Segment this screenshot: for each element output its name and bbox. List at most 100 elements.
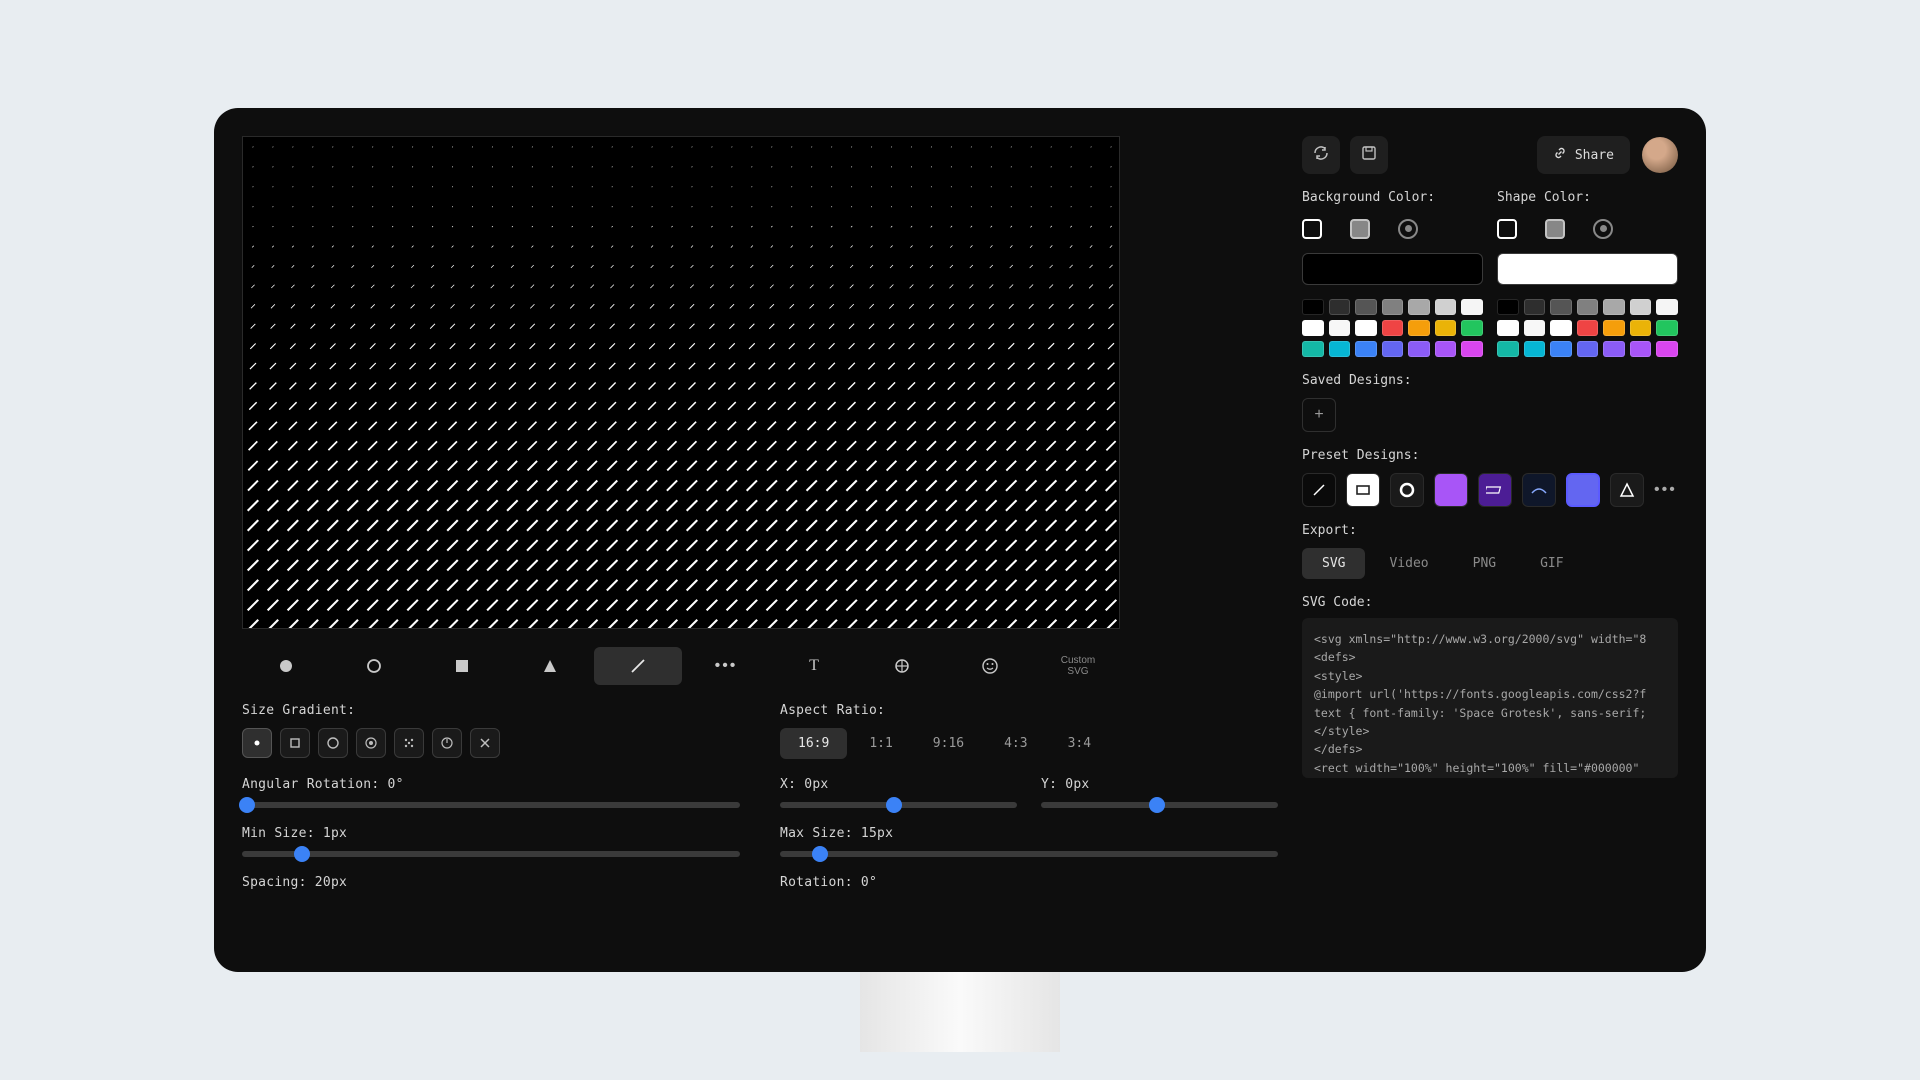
color-chip[interactable] bbox=[1382, 320, 1404, 336]
shape-triangle[interactable] bbox=[506, 647, 594, 685]
rotation-label: Rotation: 0° bbox=[780, 875, 1278, 890]
gradient-ring[interactable] bbox=[318, 728, 348, 758]
color-chip[interactable] bbox=[1435, 320, 1457, 336]
export-tab-png[interactable]: PNG bbox=[1453, 548, 1516, 579]
gradient-target[interactable] bbox=[356, 728, 386, 758]
shape-mode-radial[interactable] bbox=[1593, 219, 1613, 239]
preset-diagonal-line[interactable] bbox=[1302, 473, 1336, 507]
angular-rotation-label: Angular Rotation: 0° bbox=[242, 777, 740, 792]
user-avatar[interactable] bbox=[1642, 137, 1678, 173]
aspect-16-9[interactable]: 16:9 bbox=[780, 728, 847, 759]
color-chip[interactable] bbox=[1408, 341, 1430, 357]
preset-outline[interactable] bbox=[1346, 473, 1380, 507]
shape-circle-filled[interactable] bbox=[242, 647, 330, 685]
share-button[interactable]: Share bbox=[1537, 136, 1630, 174]
aspect-1-1[interactable]: 1:1 bbox=[851, 728, 910, 759]
color-chip[interactable] bbox=[1461, 320, 1483, 336]
color-chip[interactable] bbox=[1603, 299, 1625, 315]
preset-triangle[interactable] bbox=[1610, 473, 1644, 507]
preset-dark-wave[interactable] bbox=[1522, 473, 1556, 507]
export-tab-video[interactable]: Video bbox=[1369, 548, 1448, 579]
color-chip[interactable] bbox=[1630, 320, 1652, 336]
color-chip[interactable] bbox=[1302, 320, 1324, 336]
refresh-button[interactable] bbox=[1302, 136, 1340, 174]
shape-crosshair[interactable] bbox=[858, 647, 946, 685]
aspect-4-3[interactable]: 4:3 bbox=[986, 728, 1045, 759]
color-chip[interactable] bbox=[1461, 299, 1483, 315]
aspect-3-4[interactable]: 3:4 bbox=[1050, 728, 1109, 759]
color-chip[interactable] bbox=[1603, 341, 1625, 357]
color-chip[interactable] bbox=[1630, 299, 1652, 315]
shape-mode-solid[interactable] bbox=[1497, 219, 1517, 239]
preset-deep-purple[interactable] bbox=[1478, 473, 1512, 507]
preset-ring[interactable] bbox=[1390, 473, 1424, 507]
color-chip[interactable] bbox=[1408, 320, 1430, 336]
color-chip[interactable] bbox=[1302, 299, 1324, 315]
shape-mode-gradient[interactable] bbox=[1545, 219, 1565, 239]
y-offset-slider[interactable] bbox=[1041, 802, 1278, 808]
shape-text[interactable]: T bbox=[770, 647, 858, 685]
background-color-preview[interactable] bbox=[1302, 253, 1483, 285]
color-chip[interactable] bbox=[1550, 341, 1572, 357]
color-chip[interactable] bbox=[1550, 320, 1572, 336]
color-chip[interactable] bbox=[1435, 341, 1457, 357]
color-chip[interactable] bbox=[1408, 299, 1430, 315]
preset-designs-label: Preset Designs: bbox=[1302, 448, 1678, 463]
color-chip[interactable] bbox=[1524, 299, 1546, 315]
export-tab-gif[interactable]: GIF bbox=[1520, 548, 1583, 579]
svg-code-output[interactable]: <svg xmlns="http://www.w3.org/2000/svg" … bbox=[1302, 618, 1678, 778]
preset-purple-sphere[interactable] bbox=[1434, 473, 1468, 507]
bg-mode-gradient[interactable] bbox=[1350, 219, 1370, 239]
shape-custom-svg[interactable]: Custom SVG bbox=[1034, 647, 1122, 685]
color-chip[interactable] bbox=[1497, 299, 1519, 315]
save-button[interactable] bbox=[1350, 136, 1388, 174]
color-chip[interactable] bbox=[1656, 320, 1678, 336]
color-chip[interactable] bbox=[1656, 341, 1678, 357]
gradient-clock[interactable] bbox=[432, 728, 462, 758]
color-chip[interactable] bbox=[1603, 320, 1625, 336]
shape-circle-outline[interactable] bbox=[330, 647, 418, 685]
aspect-9-16[interactable]: 9:16 bbox=[915, 728, 982, 759]
color-chip[interactable] bbox=[1435, 299, 1457, 315]
color-chip[interactable] bbox=[1302, 341, 1324, 357]
preset-indigo[interactable] bbox=[1566, 473, 1600, 507]
preset-more[interactable]: ••• bbox=[1654, 481, 1677, 499]
color-chip[interactable] bbox=[1550, 299, 1572, 315]
color-chip[interactable] bbox=[1524, 341, 1546, 357]
color-chip[interactable] bbox=[1382, 299, 1404, 315]
gradient-scatter[interactable] bbox=[394, 728, 424, 758]
color-chip[interactable] bbox=[1329, 299, 1351, 315]
shape-dots[interactable]: ••• bbox=[682, 647, 770, 685]
x-offset-slider[interactable] bbox=[780, 802, 1017, 808]
color-chip[interactable] bbox=[1355, 320, 1377, 336]
color-chip[interactable] bbox=[1497, 341, 1519, 357]
max-size-slider[interactable] bbox=[780, 851, 1278, 857]
shape-line[interactable] bbox=[594, 647, 682, 685]
gradient-square[interactable] bbox=[280, 728, 310, 758]
bg-mode-solid[interactable] bbox=[1302, 219, 1322, 239]
shape-smiley[interactable] bbox=[946, 647, 1034, 685]
bg-mode-radial[interactable] bbox=[1398, 219, 1418, 239]
color-chip[interactable] bbox=[1329, 341, 1351, 357]
color-chip[interactable] bbox=[1497, 320, 1519, 336]
color-chip[interactable] bbox=[1577, 320, 1599, 336]
export-label: Export: bbox=[1302, 523, 1678, 538]
color-chip[interactable] bbox=[1382, 341, 1404, 357]
angular-rotation-slider[interactable] bbox=[242, 802, 740, 808]
color-chip[interactable] bbox=[1630, 341, 1652, 357]
color-chip[interactable] bbox=[1577, 341, 1599, 357]
export-tab-svg[interactable]: SVG bbox=[1302, 548, 1365, 579]
shape-color-preview[interactable] bbox=[1497, 253, 1678, 285]
shape-square[interactable] bbox=[418, 647, 506, 685]
gradient-radial-out[interactable] bbox=[242, 728, 272, 758]
color-chip[interactable] bbox=[1577, 299, 1599, 315]
min-size-slider[interactable] bbox=[242, 851, 740, 857]
color-chip[interactable] bbox=[1355, 341, 1377, 357]
color-chip[interactable] bbox=[1355, 299, 1377, 315]
add-saved-design[interactable]: + bbox=[1302, 398, 1336, 432]
color-chip[interactable] bbox=[1656, 299, 1678, 315]
gradient-none[interactable] bbox=[470, 728, 500, 758]
color-chip[interactable] bbox=[1524, 320, 1546, 336]
color-chip[interactable] bbox=[1329, 320, 1351, 336]
color-chip[interactable] bbox=[1461, 341, 1483, 357]
